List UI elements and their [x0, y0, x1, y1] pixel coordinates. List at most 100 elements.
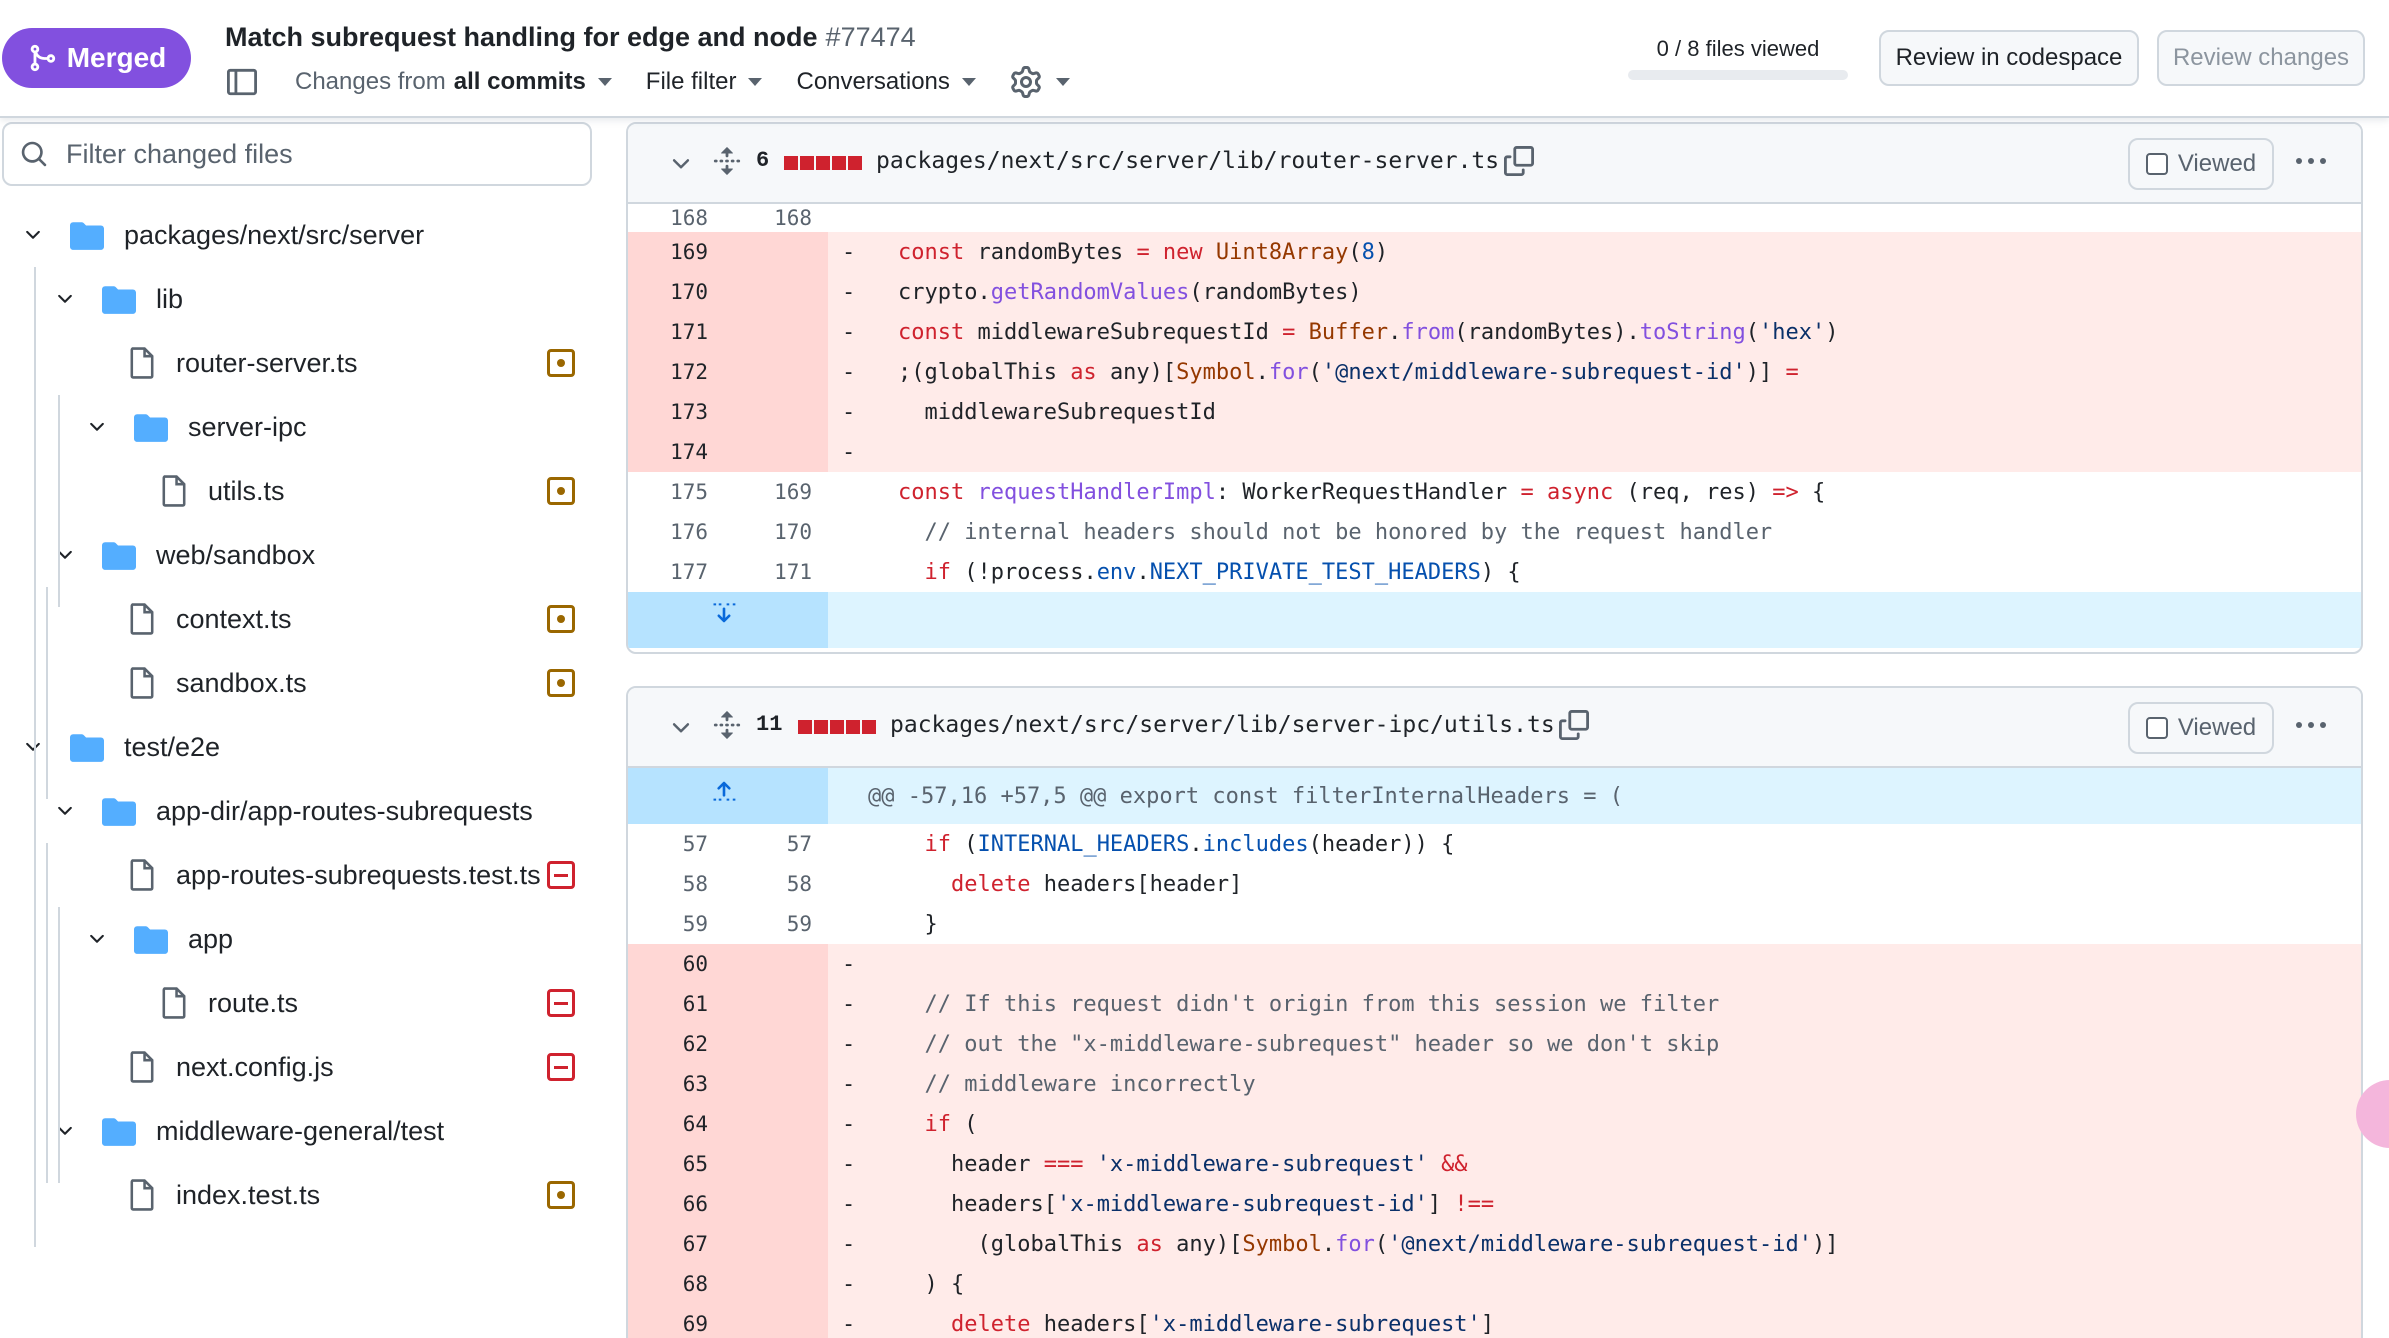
code-token: if	[898, 831, 965, 857]
chevron-down-icon[interactable]	[52, 1118, 78, 1144]
old-line-number[interactable]: 60	[628, 952, 708, 976]
new-line-number[interactable]: 57	[732, 832, 812, 856]
diffstat-bars	[784, 156, 862, 170]
chevron-down-icon[interactable]	[668, 151, 694, 177]
chevron-down-icon[interactable]	[52, 286, 78, 312]
old-line-number[interactable]: 57	[628, 832, 708, 856]
tree-file[interactable]: utils.ts	[0, 459, 285, 523]
tree-item-label: app-dir/app-routes-subrequests	[156, 795, 533, 826]
kebab-icon[interactable]	[2296, 158, 2326, 164]
old-line-number[interactable]: 66	[628, 1192, 708, 1216]
code-token: Symbol	[1242, 1231, 1322, 1257]
code-token: 'x-middleware-subrequest-id'	[1056, 1191, 1428, 1217]
tree-folder[interactable]: middleware-general/test	[0, 1099, 444, 1163]
new-line-number[interactable]: 59	[732, 912, 812, 936]
old-line-number[interactable]: 177	[628, 560, 708, 584]
tree-file[interactable]: next.config.js	[0, 1035, 334, 1099]
old-line-number[interactable]: 64	[628, 1112, 708, 1136]
tree-file[interactable]: router-server.ts	[0, 331, 358, 395]
deletion-marker: -	[842, 951, 856, 977]
copy-icon[interactable]	[1504, 144, 1534, 178]
old-line-number[interactable]: 61	[628, 992, 708, 1016]
expand-all-icon[interactable]	[712, 144, 742, 178]
review-changes-button[interactable]: Review changes	[2157, 30, 2365, 86]
viewed-checkbox-button[interactable]: Viewed	[2128, 702, 2274, 754]
tree-file[interactable]: index.test.ts	[0, 1163, 320, 1227]
new-line-number[interactable]: 171	[732, 560, 812, 584]
old-line-number[interactable]: 170	[628, 280, 708, 304]
diff-file-path[interactable]: packages/next/src/server/lib/server-ipc/…	[890, 712, 1555, 738]
code-token: 'hex'	[1759, 319, 1826, 345]
code-token: delete	[898, 871, 1044, 897]
new-line-number[interactable]: 169	[732, 480, 812, 504]
old-line-number[interactable]: 175	[628, 480, 708, 504]
tree-folder[interactable]: lib	[0, 267, 183, 331]
tree-folder[interactable]: app-dir/app-routes-subrequests	[0, 779, 533, 843]
viewed-checkbox-button[interactable]: Viewed	[2128, 138, 2274, 190]
code-token: 8	[1361, 239, 1375, 265]
code-token: (	[964, 1111, 978, 1137]
old-line-number[interactable]: 69	[628, 1312, 708, 1336]
old-line-number[interactable]: 68	[628, 1272, 708, 1296]
chevron-down-icon[interactable]	[20, 222, 46, 248]
chevron-down-icon[interactable]	[668, 715, 694, 741]
old-line-number[interactable]: 168	[628, 206, 708, 230]
folder-icon	[70, 732, 104, 762]
old-line-number[interactable]: 173	[628, 400, 708, 424]
filter-changed-files[interactable]	[2, 122, 592, 186]
expand-down-icon[interactable]	[710, 600, 740, 628]
code-token: @@ -57,16 +57,5 @@ export const filterIn…	[868, 783, 1623, 809]
old-line-number[interactable]: 172	[628, 360, 708, 384]
tree-folder[interactable]: server-ipc	[0, 395, 307, 459]
old-line-number[interactable]: 176	[628, 520, 708, 544]
new-line-number[interactable]: 170	[732, 520, 812, 544]
tree-file[interactable]: context.ts	[0, 587, 292, 651]
chevron-down-icon[interactable]	[52, 542, 78, 568]
old-line-number[interactable]: 174	[628, 440, 708, 464]
old-line-number[interactable]: 59	[628, 912, 708, 936]
diff-line: 169 - const randomBytes = new Uint8Array(8…	[628, 232, 2361, 272]
tree-folder[interactable]: packages/next/src/server	[0, 203, 424, 267]
changes-from-menu[interactable]: Changes from all commits	[295, 68, 612, 96]
chevron-down-icon[interactable]	[52, 798, 78, 824]
sidebar-toggle-button[interactable]	[225, 65, 259, 99]
old-line-number[interactable]: 58	[628, 872, 708, 896]
old-line-number[interactable]: 171	[628, 320, 708, 344]
chevron-down-icon	[748, 78, 763, 86]
chevron-down-icon[interactable]	[20, 734, 46, 760]
diff-file-panel: 6 packages/next/src/server/lib/router-ser…	[626, 122, 2363, 654]
old-line-number[interactable]: 62	[628, 1032, 708, 1056]
tree-file[interactable]: app-routes-subrequests.test.ts	[0, 843, 541, 907]
chevron-down-icon[interactable]	[84, 414, 110, 440]
code-token: (globalThis	[898, 1231, 1137, 1257]
file-filter-label: File filter	[645, 68, 737, 95]
review-in-codespace-button[interactable]: Review in codespace	[1879, 30, 2139, 86]
old-line-number[interactable]: 169	[628, 240, 708, 264]
tree-folder[interactable]: web/sandbox	[0, 523, 315, 587]
settings-menu[interactable]	[1010, 66, 1070, 98]
file-filter-menu[interactable]: File filter	[646, 68, 763, 96]
changes-from-value: all commits	[453, 68, 586, 95]
tree-guide-line	[58, 907, 60, 1183]
tree-folder[interactable]: test/e2e	[0, 715, 220, 779]
diff-file-path[interactable]: packages/next/src/server/lib/router-serv…	[876, 148, 1499, 174]
old-line-number[interactable]: 65	[628, 1152, 708, 1176]
new-line-number[interactable]: 168	[732, 206, 812, 230]
code-token: 'x-middleware-subrequest'	[1096, 1151, 1442, 1177]
filter-changed-files-input[interactable]	[66, 138, 566, 170]
old-line-number[interactable]: 67	[628, 1232, 708, 1256]
old-line-number[interactable]: 63	[628, 1072, 708, 1096]
diff-line	[628, 592, 2361, 648]
code-text: }	[898, 912, 937, 937]
expand-all-icon[interactable]	[712, 708, 742, 742]
tree-file[interactable]: route.ts	[0, 971, 298, 1035]
conversations-menu[interactable]: Conversations	[796, 68, 976, 96]
chevron-down-icon[interactable]	[84, 926, 110, 952]
diff-file-header: 6 packages/next/src/server/lib/router-ser…	[628, 124, 2361, 204]
kebab-icon[interactable]	[2296, 722, 2326, 728]
copy-icon[interactable]	[1558, 708, 1589, 742]
code-token: ) {	[1480, 559, 1521, 585]
new-line-number[interactable]: 58	[732, 872, 812, 896]
expand-up-icon[interactable]	[710, 776, 740, 804]
conversations-label: Conversations	[796, 68, 950, 95]
